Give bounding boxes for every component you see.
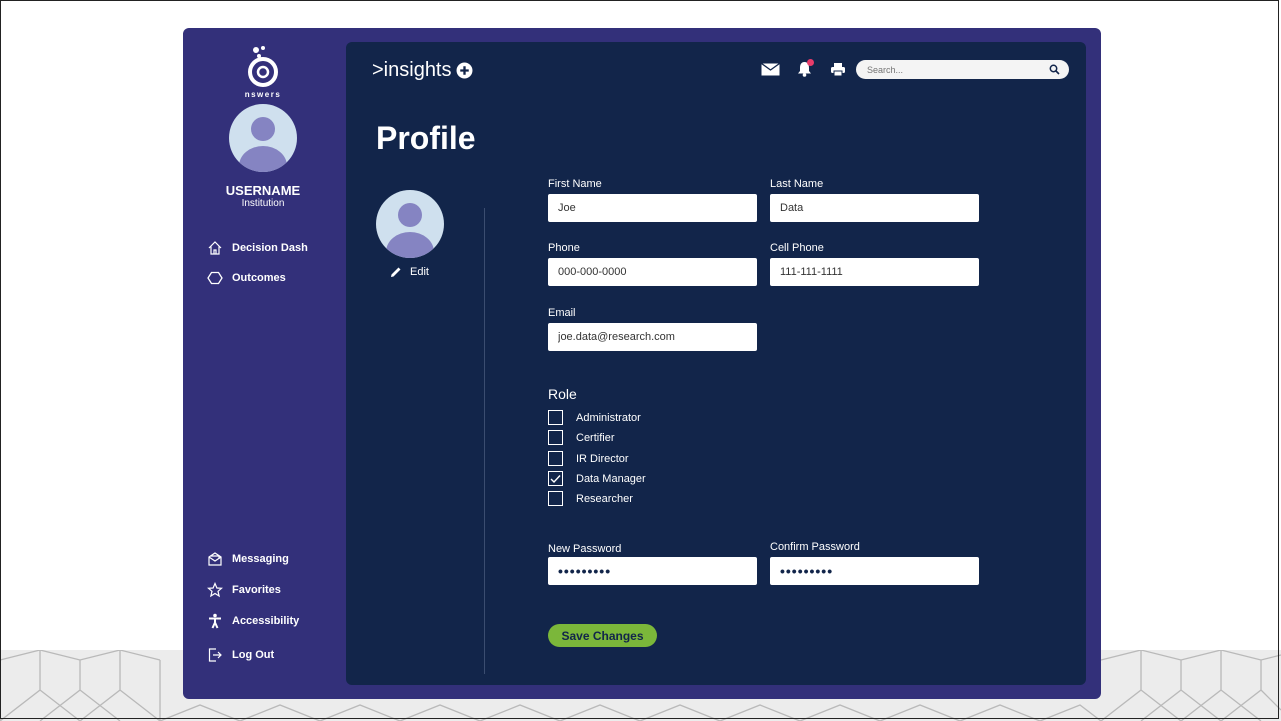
- user-institution: Institution: [241, 198, 285, 209]
- save-changes-button[interactable]: Save Changes: [548, 624, 657, 647]
- star-icon: [207, 582, 223, 598]
- sidebar-item-outcomes[interactable]: Outcomes: [207, 268, 286, 288]
- pencil-icon: [391, 267, 401, 277]
- role-option-ir-director[interactable]: IR Director: [548, 451, 629, 466]
- role-label: Data Manager: [576, 472, 646, 485]
- brand-name: >insights: [372, 59, 452, 81]
- role-option-administrator[interactable]: Administrator: [548, 410, 641, 425]
- logo-icon: [248, 46, 278, 87]
- page-title: Profile: [376, 120, 476, 156]
- mail-icon[interactable]: [760, 60, 780, 78]
- sidebar-item-decision-dash[interactable]: Decision Dash: [207, 238, 308, 258]
- sidebar-item-log-out[interactable]: Log Out: [207, 645, 274, 665]
- new-password-field[interactable]: [548, 557, 757, 585]
- first-name-label: First Name: [548, 178, 602, 190]
- header-icons: [760, 59, 848, 78]
- sidebar-item-label: Decision Dash: [232, 242, 308, 254]
- sidebar-item-favorites[interactable]: Favorites: [207, 580, 281, 600]
- role-label: Administrator: [576, 411, 641, 424]
- profile-avatar[interactable]: [376, 190, 444, 258]
- role-checkbox[interactable]: [548, 430, 563, 445]
- checkmark-icon: [550, 474, 561, 483]
- sidebar-avatar[interactable]: [229, 104, 297, 172]
- home-icon: [208, 241, 222, 255]
- sidebar-item-label: Messaging: [232, 553, 289, 565]
- plus-circle-icon: [456, 62, 472, 79]
- mail-open-icon: [208, 552, 222, 566]
- nswers-logo[interactable]: nswers: [223, 42, 303, 102]
- role-checkbox[interactable]: [548, 410, 563, 425]
- phone-label: Phone: [548, 242, 580, 254]
- last-name-label: Last Name: [770, 178, 824, 190]
- edit-label: Edit: [410, 266, 429, 278]
- search-bar[interactable]: [856, 60, 1069, 79]
- role-option-researcher[interactable]: Researcher: [548, 491, 633, 506]
- confirm-password-label: Confirm Password: [770, 541, 860, 553]
- role-label: IR Director: [576, 452, 629, 465]
- phone-field[interactable]: [548, 258, 757, 286]
- bell-icon[interactable]: [794, 59, 814, 78]
- sidebar-item-label: Favorites: [232, 584, 281, 596]
- role-option-data-manager[interactable]: Data Manager: [548, 471, 646, 486]
- app-window: nswers USERNAME Institution Decision Das…: [183, 28, 1101, 699]
- edit-avatar-link[interactable]: Edit: [390, 266, 429, 278]
- vertical-divider: [484, 208, 485, 674]
- user-name: USERNAME: [225, 183, 301, 198]
- main-panel: >insights Profile: [346, 42, 1086, 685]
- cell-phone-label: Cell Phone: [770, 242, 824, 254]
- insights-brand[interactable]: >insights: [372, 59, 473, 82]
- role-label: Researcher: [576, 492, 633, 505]
- new-password-label: New Password: [548, 543, 622, 555]
- role-heading: Role: [548, 386, 577, 402]
- role-checkbox-checked[interactable]: [548, 471, 563, 486]
- notification-badge: [807, 59, 814, 66]
- logo-text: nswers: [244, 90, 282, 99]
- sidebar-item-messaging[interactable]: Messaging: [207, 549, 289, 569]
- sidebar-item-label: Accessibility: [232, 615, 300, 627]
- role-label: Certifier: [576, 431, 615, 444]
- hexagon-icon: [207, 271, 223, 285]
- email-field[interactable]: [548, 323, 757, 351]
- search-icon[interactable]: [1049, 64, 1060, 75]
- accessibility-icon: [209, 613, 221, 629]
- sidebar-item-accessibility[interactable]: Accessibility: [207, 611, 299, 631]
- print-icon[interactable]: [828, 60, 848, 78]
- logout-icon: [208, 648, 222, 662]
- last-name-field[interactable]: [770, 194, 979, 222]
- confirm-password-field[interactable]: [770, 557, 979, 585]
- first-name-field[interactable]: [548, 194, 757, 222]
- role-checkbox[interactable]: [548, 491, 563, 506]
- cell-phone-field[interactable]: [770, 258, 979, 286]
- role-checkbox[interactable]: [548, 451, 563, 466]
- role-option-certifier[interactable]: Certifier: [548, 430, 615, 445]
- sidebar-item-label: Outcomes: [232, 272, 286, 284]
- sidebar-item-label: Log Out: [232, 649, 275, 661]
- search-input[interactable]: [865, 63, 1039, 76]
- email-label: Email: [548, 307, 576, 319]
